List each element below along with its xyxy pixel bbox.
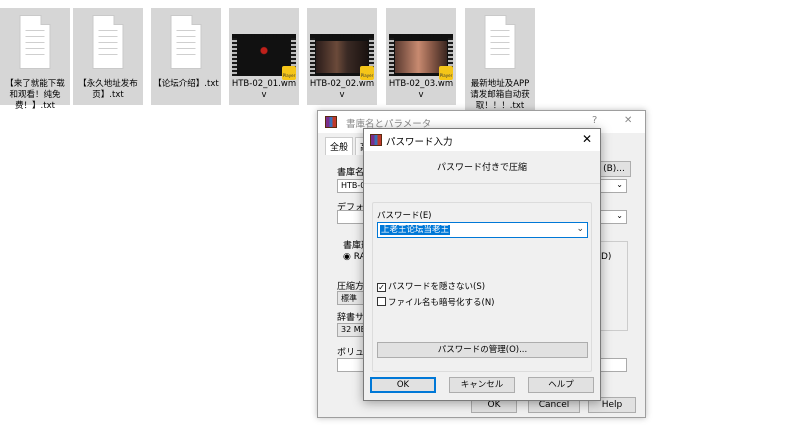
text-file-icon xyxy=(92,15,124,69)
checkbox-icon xyxy=(377,297,386,306)
options-group xyxy=(601,241,628,331)
winrar-icon xyxy=(325,116,337,128)
ok-button[interactable]: OK xyxy=(370,377,436,393)
tab-general[interactable]: 全般 xyxy=(325,137,354,155)
file-label: HTB-02_01.wmv xyxy=(231,79,297,100)
file-label: HTB-02_02.wmv xyxy=(309,79,375,100)
chevron-down-icon[interactable]: ⌄ xyxy=(576,224,584,234)
password-selected-text: 上老王论坛当老王 xyxy=(380,225,451,235)
dictionary-label: 辞書サ xyxy=(337,313,365,323)
video-thumbnail-icon: Player xyxy=(310,34,374,80)
divider xyxy=(364,183,600,184)
file-icon-latest-address[interactable]: 最新地址及APP请发邮箱自动获取！！！.txt xyxy=(465,8,535,111)
file-icon-htb-02-02[interactable]: Player HTB-02_02.wmv xyxy=(307,8,377,105)
encrypt-filenames-checkbox[interactable]: ファイル名も暗号化する(N) xyxy=(377,297,495,308)
browse-button[interactable]: (B)... xyxy=(597,161,631,177)
encrypt-filenames-label: ファイル名も暗号化する(N) xyxy=(388,298,495,308)
text-file-icon xyxy=(484,15,516,69)
password-label: パスワード(E) xyxy=(377,211,432,221)
password-dialog-subtitle: パスワード付きで圧縮 xyxy=(436,163,527,173)
close-icon[interactable]: ✕ xyxy=(624,115,632,126)
help-icon[interactable]: ? xyxy=(592,115,597,126)
cancel-button[interactable]: キャンセル xyxy=(449,377,515,393)
help-button[interactable]: ヘルプ xyxy=(528,377,594,393)
password-dialog-titlebar: パスワード入力 ✕ xyxy=(364,129,600,151)
winrar-icon xyxy=(370,134,382,146)
file-label: 最新地址及APP请发邮箱自动获取！！！.txt xyxy=(470,79,530,111)
text-file-icon xyxy=(19,15,51,69)
archive-name-label: 書庫名 xyxy=(337,168,365,178)
file-icon-intro-download[interactable]: 【来了就能下载和观看！纯免费！】.txt xyxy=(0,8,70,111)
video-thumbnail-icon: Player xyxy=(232,34,296,80)
password-input[interactable]: 上老王论坛当老王 ⌄ xyxy=(377,222,588,238)
show-password-label: パスワードを隠さない(S) xyxy=(388,282,486,292)
password-dialog-title: パスワード入力 xyxy=(386,137,453,148)
show-password-checkbox[interactable]: ✓ パスワードを隠さない(S) xyxy=(377,282,485,292)
file-icon-forum-intro[interactable]: 【论坛介绍】.txt xyxy=(151,8,221,105)
checkbox-checked-icon: ✓ xyxy=(377,283,386,292)
file-icon-permanent-address[interactable]: 【永久地址发布页】.txt xyxy=(73,8,143,105)
file-label: 【永久地址发布页】.txt xyxy=(78,79,138,100)
close-icon[interactable]: ✕ xyxy=(582,132,592,146)
file-icon-htb-02-03[interactable]: Player HTB-02_03.wmv xyxy=(386,8,456,105)
text-file-icon xyxy=(170,15,202,69)
file-label: HTB-02_03.wmv xyxy=(388,79,454,100)
manage-passwords-button[interactable]: パスワードの管理(O)... xyxy=(377,342,588,358)
file-label: 【来了就能下载和观看！纯免费！】.txt xyxy=(5,79,65,111)
player-badge-icon: Player xyxy=(439,66,453,80)
file-icon-htb-02-01[interactable]: Player HTB-02_01.wmv xyxy=(229,8,299,105)
password-dialog: パスワード入力 ✕ パスワード付きで圧縮 パスワード(E) 上老王论坛当老王 ⌄… xyxy=(363,128,601,401)
player-badge-icon: Player xyxy=(282,66,296,80)
file-label: 【论坛介绍】.txt xyxy=(153,79,219,89)
video-thumbnail-icon: Player xyxy=(389,34,453,80)
player-badge-icon: Player xyxy=(360,66,374,80)
